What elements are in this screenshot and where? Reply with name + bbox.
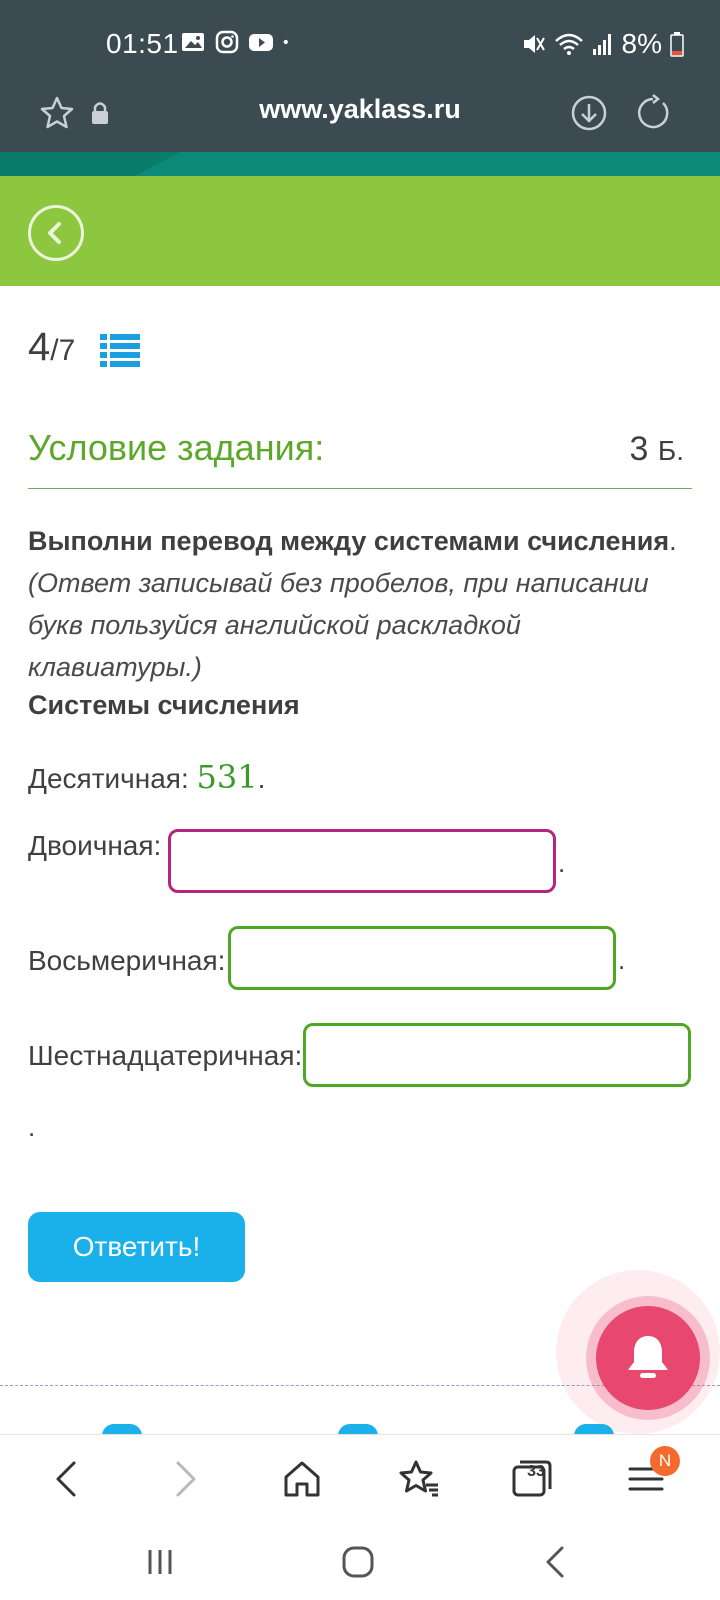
task-list-icon[interactable]: [100, 332, 140, 368]
back-button[interactable]: [28, 205, 84, 261]
home-icon[interactable]: [280, 1457, 324, 1501]
octal-input[interactable]: [228, 926, 616, 990]
browser-toolbar: [0, 1434, 720, 1526]
tab-count: 33: [527, 1463, 545, 1480]
system-back-icon[interactable]: [536, 1542, 576, 1582]
battery-icon: [670, 32, 684, 57]
dot-icon: [283, 39, 288, 45]
wifi-icon: [554, 33, 583, 55]
systems-title: Системы счисления: [28, 690, 300, 720]
task-progress: 4/7: [28, 325, 75, 370]
decimal-row: Десятичная: 531.: [28, 758, 265, 796]
hex-label: Шестнадцатеричная:: [28, 1040, 303, 1071]
download-icon[interactable]: [570, 94, 608, 132]
status-bar: 01:51 8%: [0, 0, 720, 80]
status-time: 01:51: [106, 28, 179, 59]
menu-badge: N: [650, 1446, 680, 1476]
points-unit: Б.: [657, 435, 684, 466]
gallery-icon: [182, 33, 204, 51]
system-navigation-bar: [0, 1526, 720, 1600]
battery-percent: 8%: [621, 28, 662, 59]
home-nav-icon[interactable]: [338, 1542, 378, 1582]
progress-total: /7: [50, 334, 76, 367]
points-value: 3: [629, 430, 649, 468]
hex-period: .: [28, 1112, 36, 1142]
answer-button[interactable]: Ответить!: [28, 1212, 245, 1282]
condition-divider: [28, 488, 692, 489]
binary-label: Двоичная:: [28, 830, 162, 861]
progress-current: 4: [28, 325, 51, 369]
decimal-value: 531: [196, 758, 258, 796]
instruction-end: .: [669, 526, 677, 556]
points: 3 Б.: [629, 430, 684, 469]
bell-icon: [628, 1336, 668, 1378]
instruction-bold: Выполни перевод между системами счислени…: [28, 526, 670, 556]
signal-icon: [592, 34, 611, 55]
task-instruction: Выполни перевод между системами счислени…: [28, 520, 698, 688]
decimal-period: .: [257, 763, 266, 794]
instagram-icon: [215, 30, 239, 54]
recents-icon[interactable]: [140, 1542, 180, 1582]
url-text[interactable]: www.yaklass.ru: [0, 94, 720, 125]
condition-title: Условие задания:: [28, 427, 325, 468]
site-header: [0, 176, 720, 286]
hex-input[interactable]: [303, 1023, 691, 1087]
reload-icon[interactable]: [634, 94, 672, 132]
mute-icon: [523, 35, 545, 53]
decimal-label: Десятичная:: [28, 763, 189, 794]
binary-period: .: [558, 848, 566, 878]
youtube-icon: [249, 34, 273, 51]
instruction-note: (Ответ записывай без пробелов, при напис…: [28, 568, 649, 682]
nav-back-icon[interactable]: [46, 1457, 90, 1501]
bookmarks-icon[interactable]: [396, 1457, 440, 1501]
nav-forward-icon[interactable]: [162, 1457, 206, 1501]
url-bar: www.yaklass.ru: [0, 80, 720, 152]
octal-period: .: [618, 945, 626, 975]
chevron-left-icon: [48, 222, 61, 244]
binary-input[interactable]: [168, 829, 556, 893]
notification-bell-button[interactable]: [596, 1306, 700, 1410]
octal-label: Восьмеричная:: [28, 945, 226, 976]
